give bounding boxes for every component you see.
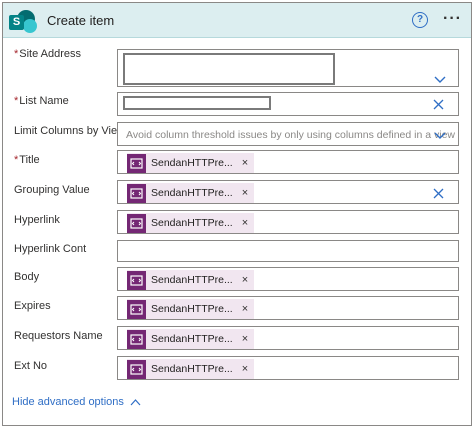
dynamic-content-token[interactable]: SendanHTTPre... × <box>127 153 255 173</box>
chevron-down-icon[interactable] <box>434 73 446 85</box>
chevron-up-icon <box>130 399 141 406</box>
list-name-label-text: List Name <box>19 95 69 107</box>
action-title[interactable]: Create item <box>47 13 114 28</box>
limit-columns-label: Limit Columns by View <box>14 125 126 137</box>
redacted-value <box>123 53 335 85</box>
remove-token-icon[interactable]: × <box>242 157 248 169</box>
dynamic-content-token[interactable]: SendanHTTPre... × <box>127 299 255 319</box>
ext-no-label: Ext No <box>14 360 48 372</box>
token-label: SendanHTTPre... <box>151 187 233 199</box>
token-label: SendanHTTPre... <box>151 274 233 286</box>
http-request-icon <box>127 270 146 290</box>
create-item-card: S Create item ? ··· *Site Address *List … <box>2 2 472 426</box>
help-icon[interactable]: ? <box>412 12 428 28</box>
list-name-label: *List Name <box>14 95 69 107</box>
required-marker: * <box>14 48 19 60</box>
hyperlink-cont-label: Hyperlink Cont <box>14 243 87 255</box>
title-label: *Title <box>14 154 40 166</box>
title-field[interactable]: SendanHTTPre... × <box>117 150 459 174</box>
dynamic-content-token[interactable]: SendanHTTPre... × <box>127 213 255 233</box>
grouping-value-label: Grouping Value <box>14 184 90 196</box>
site-address-label: *Site Address <box>14 48 81 60</box>
http-request-icon <box>127 329 146 349</box>
sharepoint-icon: S <box>9 10 37 34</box>
dynamic-content-token[interactable]: SendanHTTPre... × <box>127 183 255 203</box>
hyperlink-cont-field[interactable] <box>117 240 459 262</box>
http-request-icon <box>127 359 146 379</box>
list-name-field[interactable] <box>117 92 459 116</box>
ext-no-field[interactable]: SendanHTTPre... × <box>117 356 459 380</box>
remove-token-icon[interactable]: × <box>242 217 248 229</box>
remove-token-icon[interactable]: × <box>242 333 248 345</box>
hide-advanced-options-link[interactable]: Hide advanced options <box>12 396 141 408</box>
body-field[interactable]: SendanHTTPre... × <box>117 267 459 291</box>
remove-token-icon[interactable]: × <box>242 303 248 315</box>
http-request-icon <box>127 299 146 319</box>
token-label: SendanHTTPre... <box>151 157 233 169</box>
limit-columns-placeholder: Avoid column threshold issues by only us… <box>126 129 455 141</box>
chevron-down-icon[interactable] <box>434 129 446 141</box>
requestors-name-label: Requestors Name <box>14 330 103 342</box>
hide-advanced-options-label: Hide advanced options <box>12 396 124 408</box>
token-label: SendanHTTPre... <box>151 303 233 315</box>
expires-label: Expires <box>14 300 51 312</box>
site-address-field[interactable] <box>117 49 459 87</box>
site-address-label-text: Site Address <box>19 48 82 60</box>
sharepoint-icon-letter: S <box>9 15 24 30</box>
card-header[interactable]: S Create item ? ··· <box>3 3 471 38</box>
requestors-name-field[interactable]: SendanHTTPre... × <box>117 326 459 350</box>
remove-token-icon[interactable]: × <box>242 363 248 375</box>
token-label: SendanHTTPre... <box>151 363 233 375</box>
http-request-icon <box>127 153 146 173</box>
remove-token-icon[interactable]: × <box>242 274 248 286</box>
http-request-icon <box>127 183 146 203</box>
clear-icon[interactable] <box>433 188 444 199</box>
remove-token-icon[interactable]: × <box>242 187 248 199</box>
grouping-value-field[interactable]: SendanHTTPre... × <box>117 180 459 204</box>
expires-field[interactable]: SendanHTTPre... × <box>117 296 459 320</box>
redacted-value <box>123 96 271 110</box>
dynamic-content-token[interactable]: SendanHTTPre... × <box>127 270 255 290</box>
hyperlink-label: Hyperlink <box>14 214 60 226</box>
required-marker: * <box>14 154 19 166</box>
required-marker: * <box>14 95 19 107</box>
body-label: Body <box>14 271 40 283</box>
token-label: SendanHTTPre... <box>151 217 233 229</box>
dynamic-content-token[interactable]: SendanHTTPre... × <box>127 329 255 349</box>
token-label: SendanHTTPre... <box>151 333 233 345</box>
more-options-icon[interactable]: ··· <box>443 10 463 27</box>
limit-columns-field[interactable]: Avoid column threshold issues by only us… <box>117 122 459 146</box>
title-label-text: Title <box>19 154 40 166</box>
clear-icon[interactable] <box>433 99 444 110</box>
http-request-icon <box>127 213 146 233</box>
hyperlink-field[interactable]: SendanHTTPre... × <box>117 210 459 234</box>
dynamic-content-token[interactable]: SendanHTTPre... × <box>127 359 255 379</box>
